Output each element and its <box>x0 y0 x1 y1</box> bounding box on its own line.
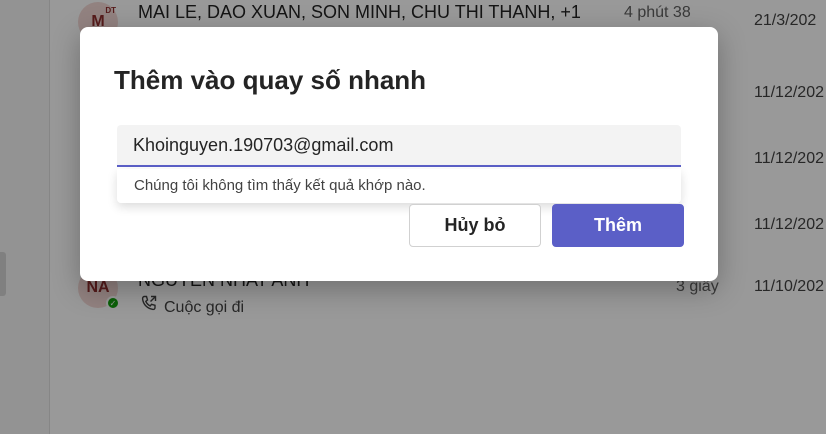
search-field <box>117 125 681 167</box>
cancel-button[interactable]: Hủy bỏ <box>409 204 541 247</box>
no-results-message: Chúng tôi không tìm thấy kết quả khớp nà… <box>117 169 681 203</box>
add-button[interactable]: Thêm <box>552 204 684 247</box>
contact-search-input[interactable] <box>117 125 681 165</box>
speed-dial-dialog: Thêm vào quay số nhanh Chúng tôi không t… <box>80 27 718 281</box>
dialog-title: Thêm vào quay số nhanh <box>114 65 427 95</box>
